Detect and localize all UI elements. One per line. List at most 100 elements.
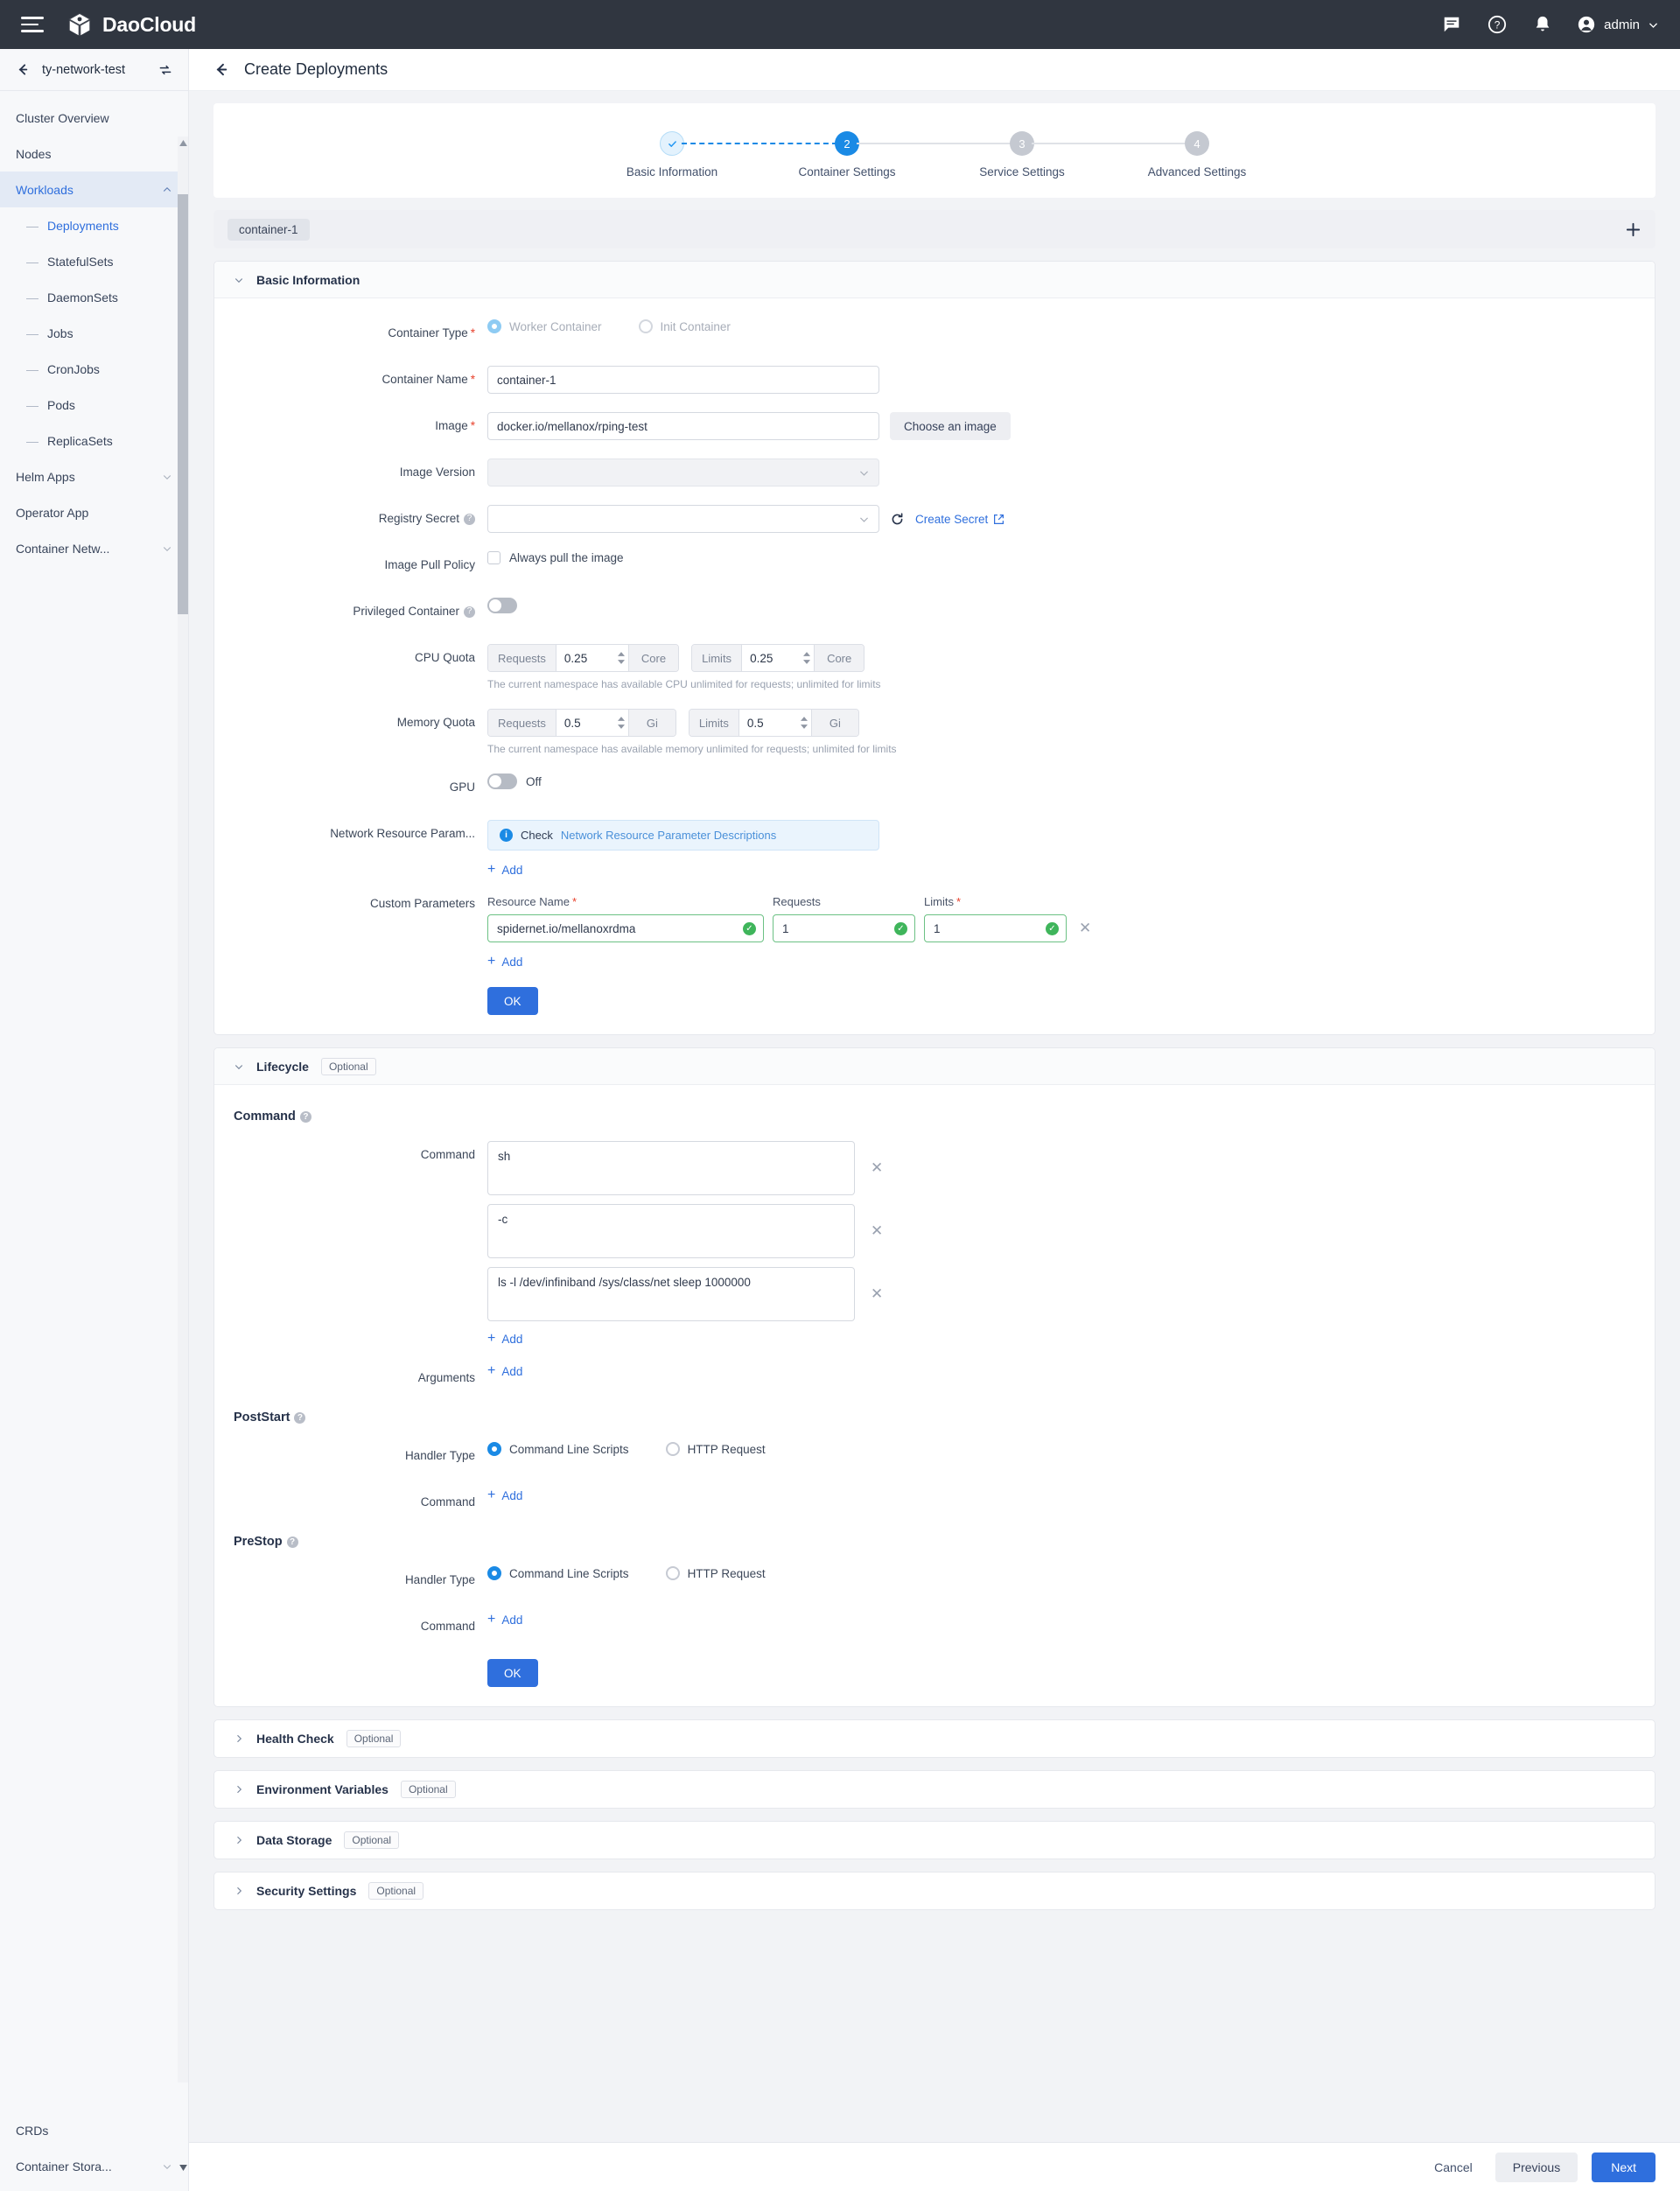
sidebar-item-operator-app[interactable]: Operator App: [0, 494, 188, 530]
container-name-input[interactable]: container-1: [487, 366, 879, 394]
sidebar-item-cronjobs[interactable]: — CronJobs: [0, 351, 188, 387]
field-custom-parameters: Custom Parameters Resource Name* Request…: [234, 895, 1635, 969]
add-argument-button[interactable]: + Add: [487, 1364, 522, 1378]
radio-poststart-http-request[interactable]: HTTP Request: [666, 1442, 766, 1456]
sidebar-item-nodes[interactable]: Nodes: [0, 136, 188, 172]
add-poststart-command-button[interactable]: + Add: [487, 1488, 522, 1502]
field-poststart-command: Command + Add: [234, 1488, 1635, 1516]
cpu-requests-stepper[interactable]: Requests 0.25 Core: [487, 644, 679, 672]
privileged-container-toggle[interactable]: [487, 598, 517, 613]
refresh-icon[interactable]: [890, 512, 905, 527]
radio-prestop-http-request[interactable]: HTTP Request: [666, 1566, 766, 1580]
scroll-up-icon[interactable]: [178, 136, 188, 149]
sidebar-item-label: Container Stora...: [16, 2160, 162, 2174]
bell-icon[interactable]: [1531, 13, 1554, 36]
radio-init-container[interactable]: Init Container: [639, 319, 731, 333]
image-input[interactable]: docker.io/mellanox/rping-test: [487, 412, 879, 440]
user-menu[interactable]: admin: [1577, 15, 1659, 34]
cancel-button[interactable]: Cancel: [1425, 2160, 1481, 2174]
help-icon[interactable]: ?: [294, 1412, 305, 1424]
requests-input[interactable]: 1 ✓: [773, 914, 915, 942]
step-label: Container Settings: [798, 165, 895, 178]
sidebar-scrollbar-thumb[interactable]: [178, 194, 188, 614]
sidebar-item-replicasets[interactable]: — ReplicaSets: [0, 423, 188, 458]
add-container-icon[interactable]: [1625, 221, 1642, 238]
panel-header-lifecycle[interactable]: Lifecycle Optional: [214, 1048, 1655, 1085]
cpu-requests-value[interactable]: 0.25: [556, 645, 614, 671]
previous-button[interactable]: Previous: [1495, 2152, 1578, 2182]
sidebar-item-daemonsets[interactable]: — DaemonSets: [0, 279, 188, 315]
sidebar-item-jobs[interactable]: — Jobs: [0, 315, 188, 351]
radio-worker-container[interactable]: Worker Container: [487, 319, 602, 333]
lifecycle-ok-button[interactable]: OK: [487, 1659, 538, 1687]
limits-input[interactable]: 1 ✓: [924, 914, 1067, 942]
sidebar-item-crds[interactable]: CRDs: [0, 2112, 188, 2148]
remove-custom-parameter-icon[interactable]: ✕: [1075, 920, 1095, 937]
memory-limits-spinner[interactable]: [797, 710, 811, 736]
sidebar-item-deployments[interactable]: — Deployments: [0, 207, 188, 243]
field-registry-secret: Registry Secret? Create Secret: [234, 505, 1635, 533]
create-secret-link[interactable]: Create Secret: [915, 513, 1004, 526]
image-version-select[interactable]: [487, 458, 879, 486]
switch-cluster-icon[interactable]: [158, 63, 172, 77]
sidebar-scrollbar-track[interactable]: [178, 140, 188, 2082]
add-prestop-command-button[interactable]: + Add: [487, 1613, 522, 1627]
step-advanced-settings[interactable]: 4 Advanced Settings: [1114, 131, 1280, 178]
resource-name-input[interactable]: spidernet.io/mellanoxrdma ✓: [487, 914, 764, 942]
help-icon[interactable]: ?: [300, 1111, 312, 1123]
gpu-toggle[interactable]: [487, 774, 517, 789]
sidebar-item-pods[interactable]: — Pods: [0, 387, 188, 423]
cpu-limits-value[interactable]: 0.25: [742, 645, 800, 671]
command-textarea-2[interactable]: ls -l /dev/infiniband /sys/class/net sle…: [487, 1267, 855, 1321]
memory-requests-value[interactable]: 0.5: [556, 710, 614, 736]
add-custom-parameter-button[interactable]: + Add: [487, 955, 522, 969]
next-button[interactable]: Next: [1592, 2152, 1656, 2182]
scroll-down-icon[interactable]: [178, 2161, 188, 2174]
remove-command-icon[interactable]: ✕: [867, 1141, 886, 1195]
sidebar-item-helm-apps[interactable]: Helm Apps: [0, 458, 188, 494]
remove-command-icon[interactable]: ✕: [867, 1204, 886, 1258]
sidebar-item-workloads[interactable]: Workloads: [0, 172, 188, 207]
cpu-limits-stepper[interactable]: Limits 0.25 Core: [691, 644, 864, 672]
help-icon[interactable]: ?: [287, 1536, 298, 1548]
radio-poststart-command-line-scripts[interactable]: Command Line Scripts: [487, 1442, 629, 1456]
memory-requests-spinner[interactable]: [614, 710, 628, 736]
radio-prestop-command-line-scripts[interactable]: Command Line Scripts: [487, 1566, 629, 1580]
sidebar-item-cluster-overview[interactable]: Cluster Overview: [0, 100, 188, 136]
cpu-limits-spinner[interactable]: [800, 645, 814, 671]
panel-header-security-settings[interactable]: Security Settings Optional: [214, 1872, 1655, 1909]
help-icon[interactable]: ?: [1486, 13, 1508, 36]
remove-command-icon[interactable]: ✕: [867, 1267, 886, 1321]
memory-limits-stepper[interactable]: Limits 0.5 Gi: [689, 709, 859, 737]
chat-icon[interactable]: [1440, 13, 1463, 36]
add-network-resource-button[interactable]: + Add: [487, 863, 522, 877]
container-tab-container-1[interactable]: container-1: [228, 219, 310, 241]
sidebar: ty-network-test Cluster Overview Nodes W…: [0, 49, 189, 2191]
sidebar-item-container-storage[interactable]: Container Stora...: [0, 2148, 188, 2184]
sidebar-item-container-network[interactable]: Container Netw...: [0, 530, 188, 566]
always-pull-checkbox[interactable]: Always pull the image: [487, 551, 624, 564]
hamburger-icon[interactable]: [21, 15, 47, 34]
sidebar-back-icon[interactable]: [16, 62, 31, 77]
memory-limits-value[interactable]: 0.5: [739, 710, 797, 736]
panel-header-environment-variables[interactable]: Environment Variables Optional: [214, 1771, 1655, 1808]
panel-header-health-check[interactable]: Health Check Optional: [214, 1720, 1655, 1757]
panel-title: Security Settings: [256, 1884, 356, 1898]
command-textarea-1[interactable]: -c: [487, 1204, 855, 1258]
sidebar-item-statefulsets[interactable]: — StatefulSets: [0, 243, 188, 279]
cpu-requests-spinner[interactable]: [614, 645, 628, 671]
choose-image-button[interactable]: Choose an image: [890, 412, 1011, 440]
panel-header-basic-information[interactable]: Basic Information: [214, 262, 1655, 298]
field-label: Custom Parameters: [234, 895, 487, 913]
basic-information-ok-button[interactable]: OK: [487, 987, 538, 1015]
command-textarea-0[interactable]: sh: [487, 1141, 855, 1195]
network-resource-descriptions-link[interactable]: Network Resource Parameter Descriptions: [561, 829, 776, 842]
registry-secret-select[interactable]: [487, 505, 879, 533]
back-arrow-icon[interactable]: [214, 61, 230, 78]
add-command-button[interactable]: + Add: [487, 1332, 522, 1346]
help-icon[interactable]: ?: [464, 606, 475, 618]
panel-header-data-storage[interactable]: Data Storage Optional: [214, 1822, 1655, 1858]
memory-requests-stepper[interactable]: Requests 0.5 Gi: [487, 709, 676, 737]
help-icon[interactable]: ?: [464, 514, 475, 525]
required-mark: *: [471, 419, 475, 432]
